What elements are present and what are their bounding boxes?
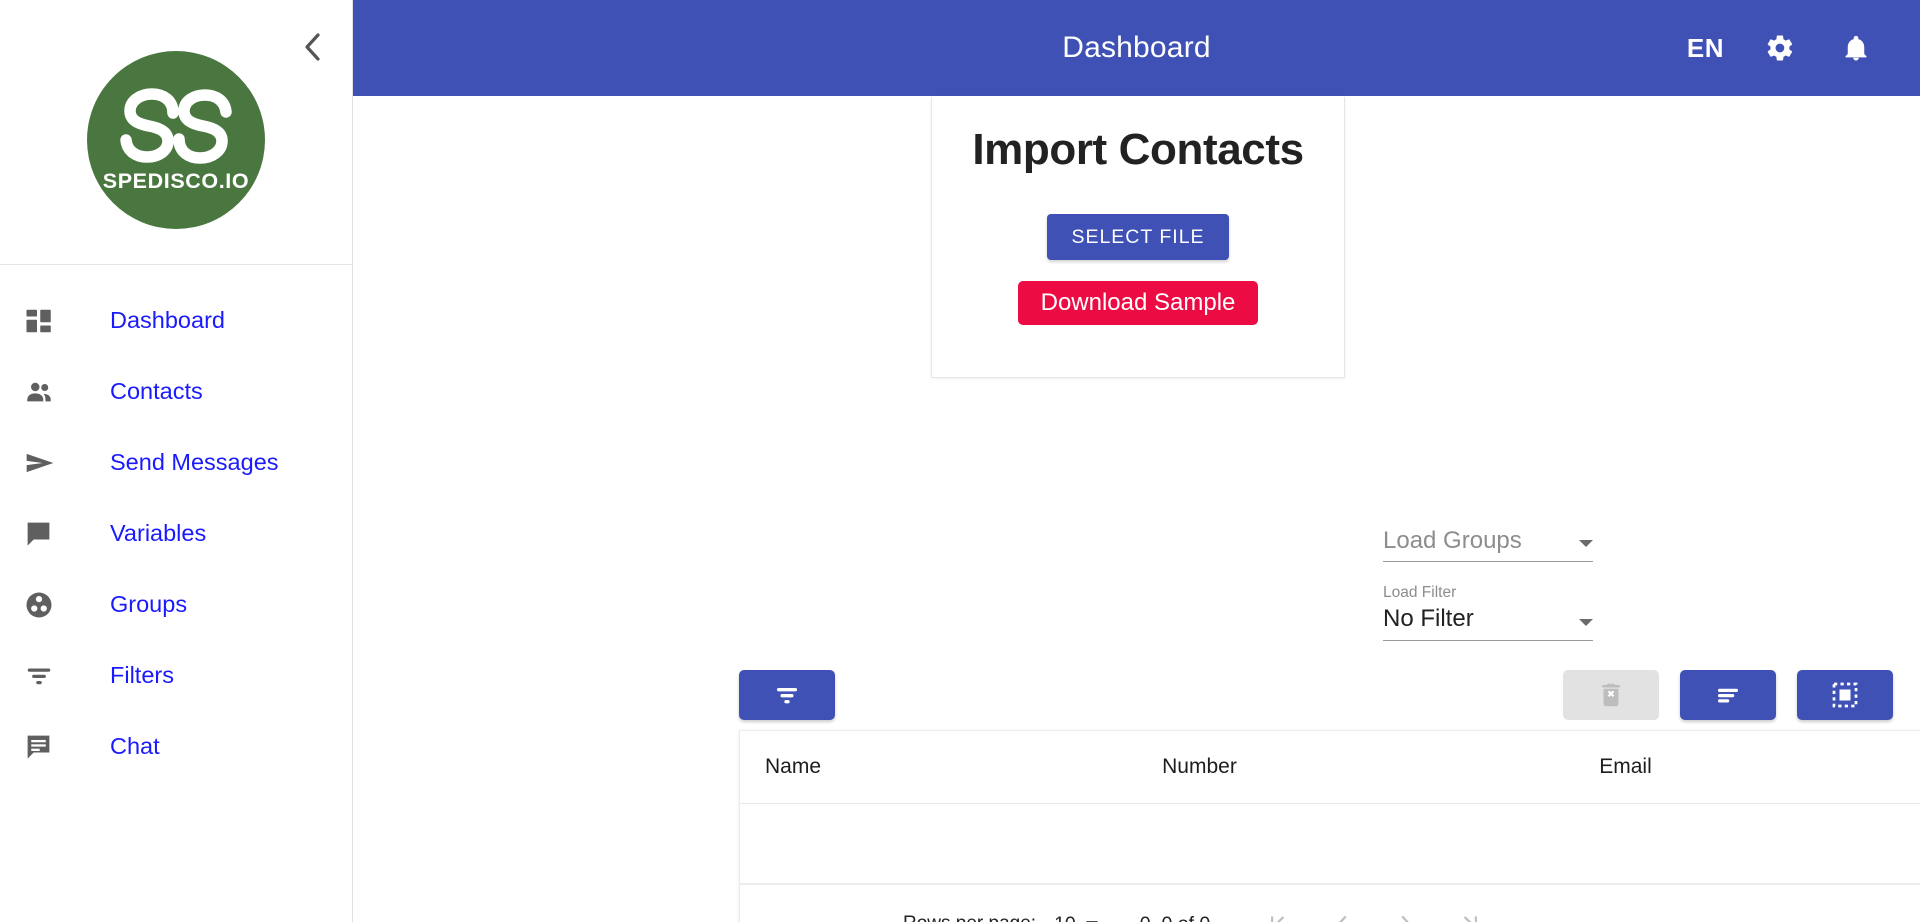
contacts-table-card: Name Number Email Company [739,730,1920,922]
bell-icon [1845,35,1867,61]
topbar-actions: EN [1687,28,1920,68]
column-header-name[interactable]: Name [740,731,928,804]
spedisco-monogram-icon [120,87,232,164]
group-work-icon [24,585,70,625]
chat-lines-icon [24,727,70,767]
table-empty-row [740,803,1920,884]
sidebar-item-send-messages[interactable]: Send Messages [0,427,352,498]
app-root: SPEDISCO.IO Dashboard Contacts Send Mess… [0,0,1920,922]
chat-bubble-icon [24,514,70,554]
sidebar-item-chat[interactable]: Chat [0,711,352,782]
sidebar-item-label: Groups [110,591,188,617]
dashboard-icon [24,301,70,341]
sort-button[interactable] [1680,670,1776,720]
column-header-city[interactable]: City [1675,731,1863,804]
chevron-left-icon [1339,915,1347,922]
table-empty-cell [740,803,1920,884]
content-area: Import Contacts SELECT FILE Download Sam… [353,96,1920,922]
column-header-company[interactable]: Company [1301,731,1489,804]
table-head: Name Number Email Company [740,731,1920,804]
select-all-button[interactable] [1797,670,1893,720]
selects-spacer [1383,562,1593,584]
table-paginator: Rows per page: 10 0–0 of 0 [740,883,1920,922]
first-page-button[interactable] [1254,900,1302,922]
column-header-label: Relation [1863,755,1920,779]
column-header-job[interactable]: Job [1488,731,1676,804]
settings-button[interactable] [1760,28,1800,68]
gear-icon [1767,35,1793,61]
table-header-row: Name Number Email Company [740,731,1920,804]
contacts-table: Name Number Email Company [740,731,1920,884]
load-groups-select[interactable]: Load Groups [1383,527,1593,563]
sidebar-item-label: Contacts [110,378,203,404]
filter-funnel-icon [777,688,797,704]
load-groups-value: Load Groups [1383,527,1522,554]
pagination-nav [1254,900,1494,922]
download-sample-button[interactable]: Download Sample [1017,281,1259,325]
sidebar-nav: Dashboard Contacts Send Messages Variabl… [0,265,352,782]
last-page-icon [1464,916,1478,922]
filter-selects: Load Groups Load Filter No Filter [1383,527,1593,641]
filter-list-icon [24,656,70,696]
sidebar-item-label: Chat [110,733,160,759]
sidebar-item-groups[interactable]: Groups [0,569,352,640]
sidebar-item-filters[interactable]: Filters [0,640,352,711]
last-page-button[interactable] [1446,900,1494,922]
column-header-relation[interactable]: Relation [1862,731,1920,804]
chevron-left-icon [305,33,320,61]
import-card-title: Import Contacts [972,125,1304,174]
notifications-button[interactable] [1836,28,1876,68]
sidebar-item-label: Send Messages [110,449,279,475]
column-header-number[interactable]: Number [927,731,1237,804]
first-page-icon [1271,916,1285,922]
page-title: Dashboard [1062,31,1211,64]
table-body [740,803,1920,884]
sidebar-collapse-button[interactable] [296,30,330,64]
select-file-button[interactable]: SELECT FILE [1047,214,1229,260]
load-filter-select[interactable]: No Filter [1383,605,1593,641]
sidebar-header: SPEDISCO.IO [0,0,352,265]
load-filter-label: Load Filter [1383,584,1457,602]
next-page-button[interactable] [1382,900,1430,922]
load-filter-field: Load Filter No Filter [1383,584,1593,641]
sidebar-item-label: Filters [110,662,174,688]
main-area: Dashboard EN Import Contacts SELECT FILE… [353,0,1920,922]
column-header-email[interactable]: Email [1114,731,1652,804]
sidebar-item-label: Dashboard [110,307,225,333]
language-button[interactable]: EN [1687,33,1724,64]
table-toolbar-left [739,670,835,720]
sidebar-item-dashboard[interactable]: Dashboard [0,285,352,356]
sidebar-item-label: Variables [110,520,207,546]
previous-page-button[interactable] [1318,900,1366,922]
brand-name: SPEDISCO.IO [102,168,250,193]
sidebar-item-variables[interactable]: Variables [0,498,352,569]
top-app-bar: Dashboard EN [353,0,1920,96]
rows-per-page-value: 10 [1054,913,1076,922]
load-filter-value: No Filter [1383,605,1474,633]
brand-logo[interactable]: SPEDISCO.IO [87,51,265,229]
open-filter-button[interactable] [739,670,835,720]
chevron-right-icon [1401,915,1410,922]
rows-per-page-label: Rows per page: [903,913,1036,922]
sidebar-item-contacts[interactable]: Contacts [0,356,352,427]
sidebar: SPEDISCO.IO Dashboard Contacts Send Mess… [0,0,353,922]
delete-forever-icon [1602,683,1620,707]
table-toolbar-right [1563,670,1893,720]
people-icon [24,372,70,412]
chevron-down-icon [1579,540,1593,548]
pagination-range-label: 0–0 of 0 [1140,913,1210,922]
send-icon [24,443,70,483]
select-all-icon [1832,682,1858,708]
column-header-label: Name [765,754,822,778]
sort-lines-icon [1718,688,1738,703]
chevron-down-icon [1579,618,1593,626]
import-contacts-card: Import Contacts SELECT FILE Download Sam… [931,97,1345,378]
rows-per-page-select[interactable]: 10 [1054,913,1098,922]
delete-selected-button[interactable] [1563,670,1659,720]
